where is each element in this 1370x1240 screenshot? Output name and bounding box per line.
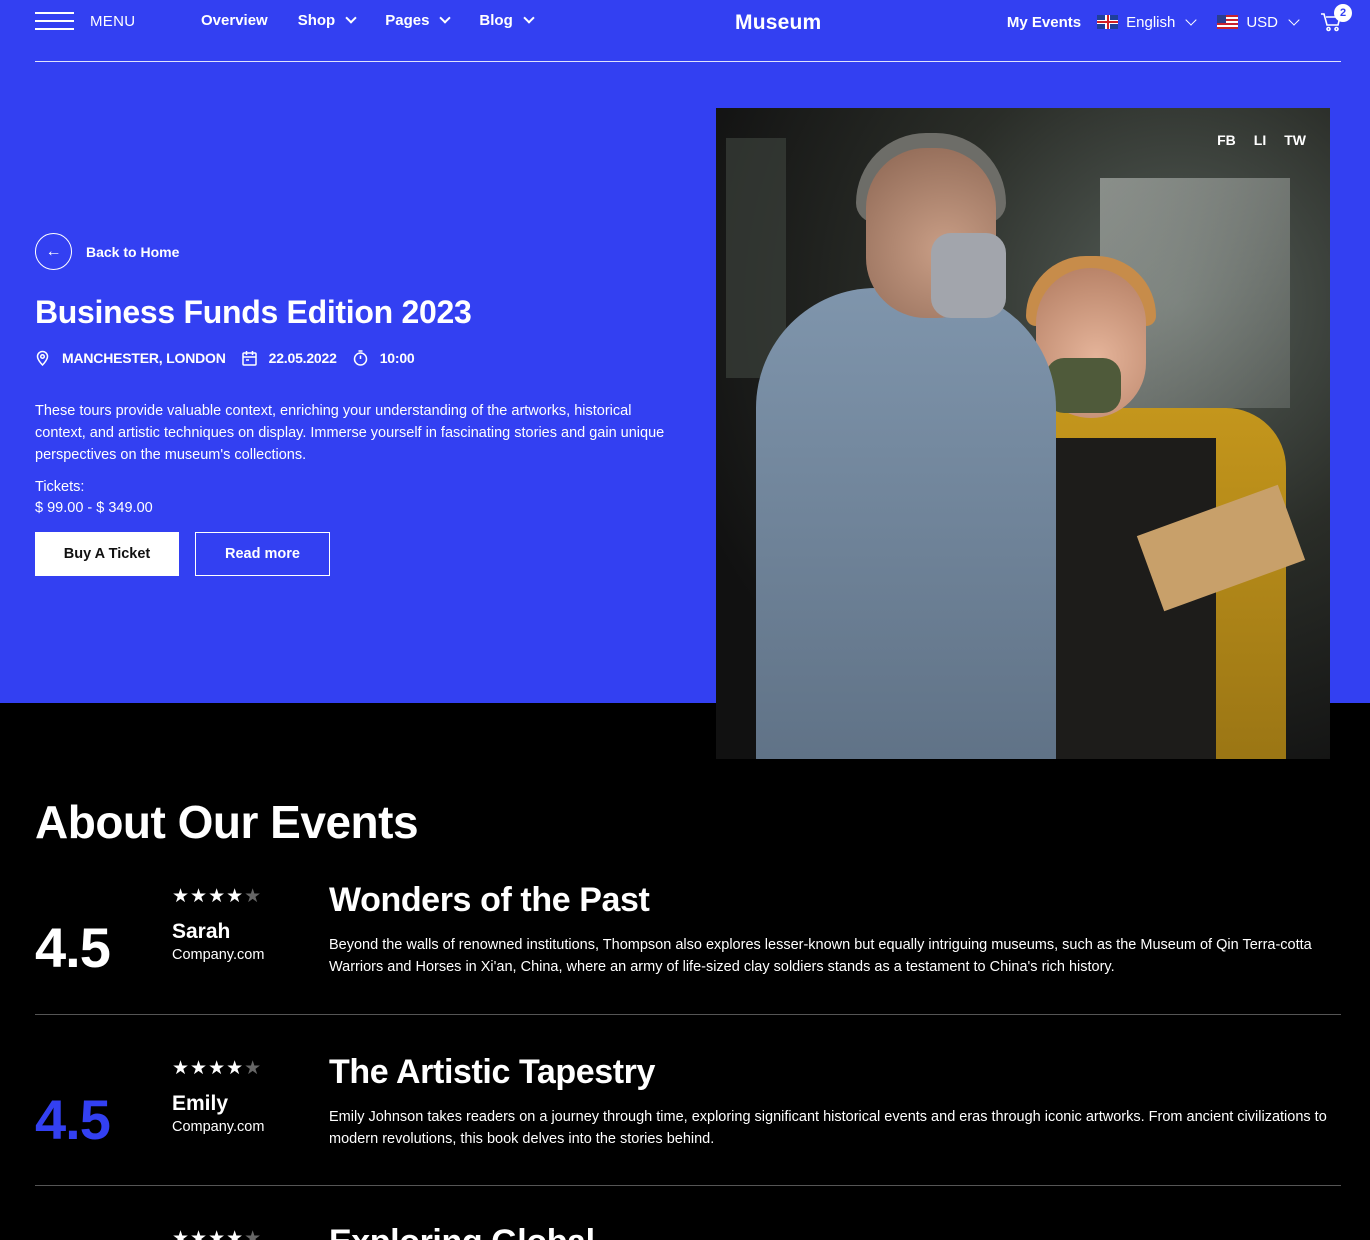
filled-stars: ★★★★ [172, 1228, 245, 1240]
empty-star: ★ [244, 886, 263, 907]
rating-score: 4.5 [35, 916, 111, 979]
nav-link-pages[interactable]: Pages [385, 12, 452, 29]
chevron-down-icon [1185, 13, 1197, 26]
filled-stars: ★★★★ [172, 886, 245, 907]
top-navbar: MENU Overview Shop Pages Blog Museum My … [0, 0, 1370, 62]
nav-link-label: Pages [385, 12, 430, 29]
social-links: FB LI TW [1217, 132, 1306, 148]
event-photo: FB LI TW [716, 108, 1330, 759]
calendar-icon [241, 350, 257, 366]
nav-link-blog[interactable]: Blog [479, 12, 535, 29]
currency-selector[interactable]: USD [1217, 13, 1300, 31]
twitter-link[interactable]: TW [1284, 132, 1306, 148]
chevron-down-icon [345, 12, 357, 24]
brand-logo[interactable]: Museum [735, 11, 821, 35]
reviewer-company: Company.com [172, 947, 265, 963]
nav-link-label: Blog [479, 12, 513, 29]
event-title: Business Funds Edition 2023 [35, 294, 472, 330]
uk-flag-icon [1097, 15, 1119, 29]
back-to-home-link[interactable]: ← Back to Home [35, 233, 179, 270]
language-selector[interactable]: English [1097, 13, 1197, 31]
star-rating: ★★★★★ [172, 1227, 262, 1240]
event-item-title[interactable]: Wonders of the Past [329, 881, 650, 920]
arrow-left-icon: ← [35, 233, 72, 270]
event-review-item: ★★★★★ Exploring Global [35, 1227, 1341, 1240]
buy-ticket-button[interactable]: Buy A Ticket [35, 532, 179, 576]
chevron-down-icon [523, 12, 535, 24]
filled-stars: ★★★★ [172, 1058, 245, 1079]
divider [35, 1014, 1341, 1015]
tickets-label: Tickets: [35, 479, 85, 495]
event-item-description: Beyond the walls of renowned institution… [329, 937, 1312, 975]
facebook-link[interactable]: FB [1217, 132, 1236, 148]
cart-count-badge: 2 [1334, 4, 1352, 22]
divider [35, 1185, 1341, 1186]
us-flag-icon [1217, 15, 1239, 29]
tickets-price: $ 99.00 - $ 349.00 [35, 500, 153, 516]
menu-button[interactable]: MENU [35, 12, 135, 30]
empty-star: ★ [244, 1228, 263, 1240]
read-more-button[interactable]: Read more [195, 532, 330, 576]
linkedin-link[interactable]: LI [1254, 132, 1266, 148]
star-rating: ★★★★★ [172, 885, 262, 908]
event-meta: MANCHESTER, LONDON 22.05.2022 10:00 [35, 350, 431, 366]
event-date: 22.05.2022 [268, 350, 337, 366]
nav-link-overview[interactable]: Overview [201, 12, 268, 29]
nav-divider [35, 61, 1341, 62]
event-item-title[interactable]: The Artistic Tapestry [329, 1053, 655, 1092]
rating-score: 4.5 [35, 1088, 111, 1151]
nav-link-label: Overview [201, 12, 268, 29]
event-item-description: Emily Johnson takes readers on a journey… [329, 1109, 1327, 1147]
back-label: Back to Home [86, 243, 180, 260]
empty-star: ★ [244, 1058, 263, 1079]
cart-button[interactable]: 2 [1320, 4, 1352, 32]
nav-utilities: My Events English USD 2 [1007, 4, 1352, 32]
reviewer-name: Emily [172, 1092, 229, 1115]
location-pin-icon [35, 350, 50, 366]
main-nav: Overview Shop Pages Blog [201, 12, 563, 29]
event-review-item: 4.5 ★★★★★ Sarah Company.com Wonders of t… [35, 881, 1341, 1057]
reviewer-name: Sarah [172, 920, 231, 943]
nav-link-label: Shop [297, 12, 336, 29]
event-review-item: 4.5 ★★★★★ Emily Company.com The Artistic… [35, 1053, 1341, 1229]
stopwatch-icon [353, 350, 368, 366]
menu-label: MENU [90, 12, 136, 30]
event-time: 10:00 [379, 350, 415, 366]
hamburger-icon [35, 12, 74, 30]
about-heading: About Our Events [35, 796, 419, 848]
my-events-link[interactable]: My Events [1007, 14, 1081, 31]
language-label: English [1126, 13, 1176, 31]
chevron-down-icon [439, 12, 452, 24]
reviewer-company: Company.com [172, 1119, 265, 1135]
currency-label: USD [1246, 13, 1278, 31]
event-description: These tours provide valuable context, en… [35, 403, 665, 463]
chevron-down-icon [1288, 13, 1300, 26]
nav-link-shop[interactable]: Shop [297, 12, 357, 29]
star-rating: ★★★★★ [172, 1057, 262, 1080]
event-item-title[interactable]: Exploring Global [329, 1227, 595, 1240]
event-location: MANCHESTER, LONDON [62, 350, 226, 366]
